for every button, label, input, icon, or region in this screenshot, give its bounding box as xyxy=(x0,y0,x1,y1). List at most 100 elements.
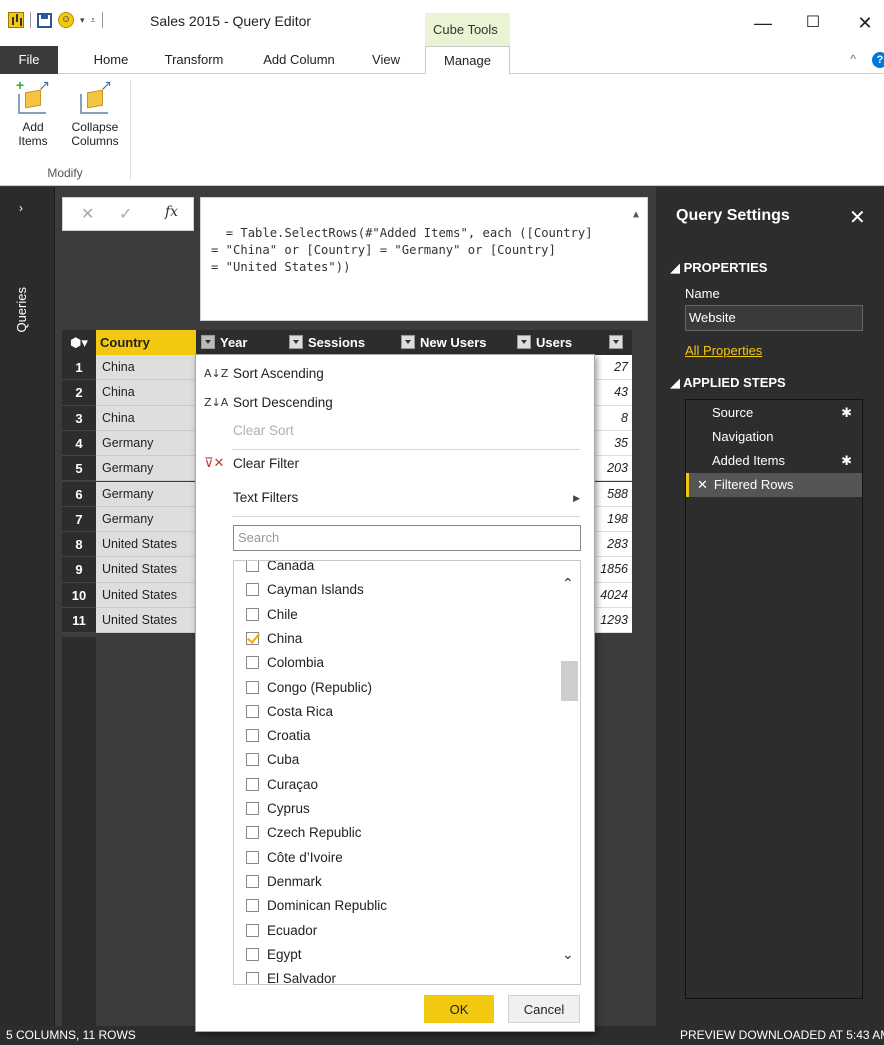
country-cell[interactable]: China xyxy=(96,355,196,381)
filter-value-item[interactable]: Congo (Republic) xyxy=(246,676,372,700)
filter-value-item[interactable]: Côte d’Ivoire xyxy=(246,846,343,870)
applied-step[interactable]: Navigation xyxy=(686,425,862,449)
checkbox[interactable] xyxy=(246,850,259,864)
checkbox[interactable] xyxy=(246,923,259,937)
collapse-columns-button[interactable]: ↗ Collapse Columns xyxy=(62,78,128,148)
table-menu-icon[interactable]: ⬢▾ xyxy=(62,330,96,355)
scrollbar[interactable]: ⌃ ⌄ xyxy=(558,561,580,984)
checkbox[interactable] xyxy=(246,561,259,572)
filter-value-item[interactable]: Curaçao xyxy=(246,773,318,797)
checkbox[interactable] xyxy=(246,899,259,913)
filter-value-item[interactable]: Croatia xyxy=(246,724,311,748)
filter-value-item[interactable]: Egypt xyxy=(246,943,302,967)
checkbox[interactable] xyxy=(246,972,259,984)
users-cell[interactable]: 1293 xyxy=(594,608,632,634)
country-cell[interactable]: Germany xyxy=(96,456,196,482)
tab-file[interactable]: File xyxy=(0,46,58,74)
close-button[interactable]: ✕ xyxy=(850,8,880,38)
filter-value-item[interactable]: El Salvador xyxy=(246,967,336,984)
filter-value-item[interactable]: Colombia xyxy=(246,651,324,675)
commit-formula-icon[interactable]: ✓ xyxy=(119,204,132,224)
sort-descending-item[interactable]: Z↓A Sort Descending xyxy=(196,389,594,417)
applied-step[interactable]: Source ✱ xyxy=(686,401,862,425)
filter-value-item[interactable]: Cayman Islands xyxy=(246,578,364,602)
tab-transform[interactable]: Transform xyxy=(155,46,233,74)
tab-view[interactable]: View xyxy=(362,46,410,74)
checkbox[interactable] xyxy=(246,777,259,791)
smiley-feedback-icon[interactable]: ☺ xyxy=(58,12,74,28)
text-filters-item[interactable]: Text Filters ▶ xyxy=(196,484,594,512)
filter-value-item[interactable]: Czech Republic xyxy=(246,821,362,845)
checkbox[interactable] xyxy=(246,874,259,888)
gear-icon[interactable]: ✱ xyxy=(841,449,852,473)
scroll-down-icon[interactable]: ⌄ xyxy=(562,946,574,963)
filter-value-item[interactable]: China xyxy=(246,627,302,651)
users-cell[interactable]: 1856 xyxy=(594,557,632,583)
country-cell[interactable]: Germany xyxy=(96,430,196,457)
users-cell[interactable]: 27 xyxy=(594,355,632,381)
users-cell[interactable]: 283 xyxy=(594,532,632,558)
minimize-button[interactable]: — xyxy=(748,8,778,38)
chevron-up-icon[interactable]: ▲ xyxy=(633,206,639,223)
country-cell[interactable]: China xyxy=(96,405,196,431)
column-header-users[interactable]: Users xyxy=(532,330,592,355)
cancel-formula-icon[interactable]: ✕ xyxy=(81,204,94,224)
users-cell[interactable]: 588 xyxy=(594,481,632,507)
tab-add-column[interactable]: Add Column xyxy=(252,46,346,74)
maximize-button[interactable]: ☐ xyxy=(798,8,828,38)
ok-button[interactable]: OK xyxy=(424,995,494,1023)
filter-value-item[interactable]: Dominican Republic xyxy=(246,894,387,918)
sort-ascending-item[interactable]: A↓Z Sort Ascending xyxy=(196,360,594,388)
new-users-dropdown-icon[interactable] xyxy=(401,335,415,349)
year-dropdown-icon[interactable] xyxy=(289,335,303,349)
gear-icon[interactable]: ✱ xyxy=(841,401,852,425)
customize-toolbar-icon[interactable]: ⩡ xyxy=(91,15,96,26)
column-header-year[interactable]: Year xyxy=(216,330,286,355)
help-icon[interactable]: ? xyxy=(872,52,884,68)
chevron-up-icon[interactable]: ^ xyxy=(850,52,856,66)
country-cell[interactable]: United States xyxy=(96,532,196,558)
country-cell[interactable]: United States xyxy=(96,557,196,583)
users-dropdown-icon[interactable] xyxy=(517,335,531,349)
users-cell[interactable]: 43 xyxy=(594,380,632,406)
column-header-sessions[interactable]: Sessions xyxy=(304,330,394,355)
users-dropdown-icon[interactable] xyxy=(609,335,623,349)
checkbox[interactable] xyxy=(246,802,259,815)
checkbox[interactable] xyxy=(246,607,259,621)
tab-home[interactable]: Home xyxy=(84,46,138,74)
country-cell[interactable]: United States xyxy=(96,582,196,608)
country-cell[interactable]: Germany xyxy=(96,506,196,533)
delete-step-icon[interactable]: ✕ xyxy=(697,477,708,492)
filter-value-item[interactable]: Costa Rica xyxy=(246,700,333,724)
country-cell[interactable]: Germany xyxy=(96,481,196,507)
properties-heading[interactable]: ◢ PROPERTIES xyxy=(670,260,767,276)
filter-value-item[interactable]: Cuba xyxy=(246,748,299,772)
checkbox[interactable] xyxy=(246,583,259,597)
clear-filter-item[interactable]: ⊽✕ Clear Filter xyxy=(196,450,594,478)
country-cell[interactable]: United States xyxy=(96,608,196,634)
users-cell[interactable]: 4024 xyxy=(594,582,632,608)
queries-label[interactable]: Queries xyxy=(14,287,29,333)
filter-search-input[interactable]: Search xyxy=(233,525,581,551)
checkbox[interactable] xyxy=(246,656,259,670)
all-properties-link[interactable]: All Properties xyxy=(685,343,762,358)
checkbox[interactable] xyxy=(246,826,259,840)
checkbox[interactable] xyxy=(246,704,259,718)
filter-value-item[interactable]: Cyprus xyxy=(246,797,310,821)
column-header-new-users[interactable]: New Users xyxy=(416,330,506,355)
checkbox[interactable] xyxy=(246,680,259,694)
save-icon[interactable] xyxy=(37,12,52,28)
country-cell[interactable]: China xyxy=(96,380,196,406)
checkbox[interactable] xyxy=(246,753,259,767)
filter-value-item[interactable]: Denmark xyxy=(246,870,322,894)
country-filter-icon[interactable] xyxy=(201,335,215,349)
scroll-up-icon[interactable]: ⌃ xyxy=(562,575,574,592)
users-cell[interactable]: 198 xyxy=(594,506,632,533)
users-cell[interactable]: 35 xyxy=(594,430,632,457)
close-settings-icon[interactable]: ✕ xyxy=(849,205,866,230)
query-name-input[interactable]: Website xyxy=(685,305,863,331)
applied-steps-heading[interactable]: ◢ APPLIED STEPS xyxy=(670,375,786,391)
checkbox[interactable] xyxy=(246,947,259,961)
column-header-country[interactable]: Country xyxy=(96,330,196,355)
tab-manage[interactable]: Manage xyxy=(425,46,510,75)
